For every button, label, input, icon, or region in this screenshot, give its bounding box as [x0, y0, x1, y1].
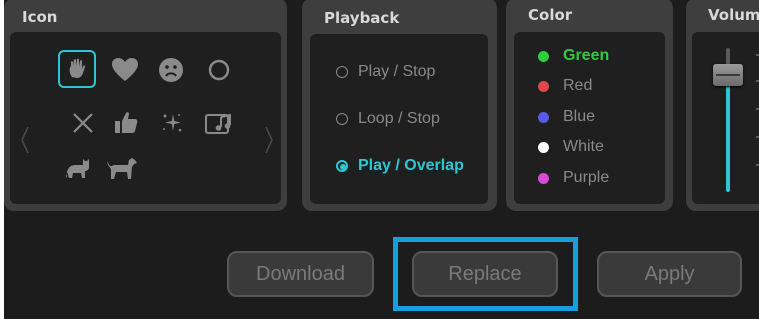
- circle-icon[interactable]: [200, 51, 238, 89]
- color-swatch: [538, 80, 549, 92]
- color-swatch: [538, 172, 549, 184]
- color-option-label: Green: [563, 47, 610, 64]
- color-panel: Color Green Red Blue White Purple: [506, 0, 673, 211]
- playback-option-label: Play / Overlap: [358, 157, 464, 174]
- color-option-label: Red: [563, 77, 593, 94]
- color-options: Green Red Blue White Purple: [514, 32, 665, 204]
- color-option-green[interactable]: Green: [538, 45, 609, 67]
- playback-option-play-overlap[interactable]: Play / Overlap: [336, 154, 464, 178]
- hand-icon[interactable]: [58, 50, 96, 88]
- volume-panel: Volum: [686, 0, 759, 211]
- download-button[interactable]: Download: [227, 251, 374, 297]
- sparkles-icon[interactable]: [153, 104, 191, 142]
- icon-panel: Icon: [4, 0, 287, 211]
- app-frame: Icon Playback Play / Stop Loop / Stop Pl…: [4, 0, 759, 319]
- color-swatch: [538, 141, 549, 153]
- color-option-blue[interactable]: Blue: [538, 106, 595, 128]
- volume-track-filled: [726, 84, 730, 192]
- icon-grid: [10, 32, 281, 204]
- color-swatch: [538, 50, 549, 62]
- music-icon[interactable]: [200, 104, 238, 142]
- color-swatch: [538, 111, 549, 123]
- replace-button-highlight: [393, 237, 578, 311]
- playback-option-play-stop[interactable]: Play / Stop: [336, 60, 435, 84]
- playback-options: Play / Stop Loop / Stop Play / Overlap: [310, 34, 488, 204]
- color-option-label: Purple: [563, 169, 610, 186]
- chevron-left-icon[interactable]: [18, 120, 32, 160]
- color-option-white[interactable]: White: [538, 136, 604, 158]
- color-option-red[interactable]: Red: [538, 75, 592, 97]
- playback-panel-title: Playback: [324, 9, 400, 27]
- radio-button[interactable]: [336, 66, 348, 78]
- playback-option-label: Loop / Stop: [358, 110, 440, 127]
- thumbs-up-icon[interactable]: [107, 104, 145, 142]
- chevron-right-icon[interactable]: [262, 120, 276, 160]
- close-icon[interactable]: [64, 104, 102, 142]
- sad-face-icon[interactable]: [152, 51, 190, 89]
- heart-icon[interactable]: [106, 51, 144, 89]
- radio-button[interactable]: [336, 160, 348, 172]
- volume-slider-thumb[interactable]: [713, 64, 743, 86]
- color-option-label: White: [563, 138, 604, 155]
- playback-option-label: Play / Stop: [358, 63, 436, 80]
- playback-option-loop-stop[interactable]: Loop / Stop: [336, 107, 440, 131]
- volume-panel-title: Volum: [708, 6, 759, 24]
- apply-button[interactable]: Apply: [597, 251, 742, 297]
- radio-button[interactable]: [336, 113, 348, 125]
- volume-slider-area: [692, 32, 759, 204]
- cat-icon[interactable]: [59, 148, 97, 186]
- color-panel-title: Color: [528, 6, 573, 24]
- playback-panel: Playback Play / Stop Loop / Stop Play / …: [302, 0, 497, 211]
- icon-panel-title: Icon: [22, 8, 58, 26]
- color-option-label: Blue: [563, 108, 596, 125]
- dog-icon[interactable]: [102, 149, 140, 187]
- color-option-purple[interactable]: Purple: [538, 167, 609, 189]
